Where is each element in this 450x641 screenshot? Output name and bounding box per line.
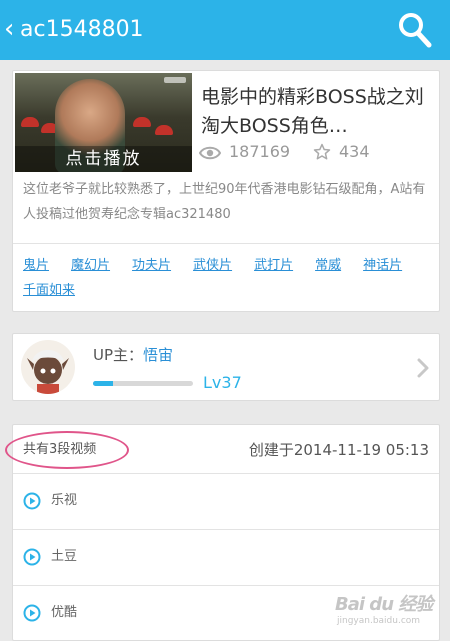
tag-link[interactable]: 神话片 [363,253,402,278]
source-label: 乐视 [51,493,78,508]
created-date: 创建于2014-11-19 05:13 [248,441,429,459]
uploader-name[interactable]: 悟宙 [143,346,173,364]
view-count-value: 187169 [229,142,291,161]
chevron-right-icon[interactable] [417,358,429,382]
divider [13,243,439,244]
source-item-tudou[interactable]: 土豆 [13,529,439,585]
parts-header: 共有3段视频 创建于2014-11-19 05:13 [5,425,439,473]
video-thumbnail[interactable]: 点击播放 [15,73,192,172]
thumbnail-detail [133,117,151,127]
favorite-count-value: 434 [339,142,370,161]
video-card: 点击播放 电影中的精彩BOSS战之刘淘大BOSS角色… 187169 434 这… [12,70,440,312]
tag-link[interactable]: 武打片 [254,253,293,278]
view-count: 187169 [198,141,291,163]
play-button[interactable]: 点击播放 [15,146,192,172]
top-bar: ‹ ac1548801 [0,0,450,60]
eye-icon [198,146,222,160]
uploader-card[interactable]: UP主：悟宙 Lv37 [12,333,440,401]
favorite-count: 434 [313,141,370,163]
back-icon[interactable]: ‹ [4,14,14,44]
source-label: 优酷 [51,605,78,620]
search-icon[interactable] [398,12,432,52]
watermark-url: jingyan.baidu.com [337,616,421,626]
play-icon [23,492,41,514]
tag-link[interactable]: 鬼片 [23,253,49,278]
thumbnail-detail [21,117,39,127]
play-icon [23,548,41,570]
tag-list: 鬼片 魔幻片 功夫片 武侠片 武打片 常威 神话片千面如来 [23,253,433,303]
uploader-prefix: UP主： [93,346,144,364]
video-title: 电影中的精彩BOSS战之刘淘大BOSS角色… [201,86,424,137]
video-description: 这位老爷子就比较熟悉了，上世纪90年代香港电影钻石级配角，A站有人投稿过他贺寿纪… [23,182,426,222]
tag-link[interactable]: 武侠片 [193,253,232,278]
tag-link[interactable]: 功夫片 [132,253,171,278]
play-icon [23,604,41,626]
watermark: Bai du 经验 jingyan.baidu.com [335,590,445,634]
tag-link[interactable]: 常威 [315,253,341,278]
star-icon [313,143,331,160]
tag-link[interactable]: 千面如来 [23,278,75,303]
page-title: ac1548801 [20,17,144,42]
source-label: 土豆 [51,549,78,564]
level-progress-bar [93,381,193,386]
uploader-label: UP主：悟宙 [93,344,173,366]
avatar[interactable] [21,340,75,394]
watermark-brand: Bai du 经验 [335,594,433,615]
channel-logo [164,77,186,83]
video-count: 共有3段视频 [23,442,97,457]
source-item-letv[interactable]: 乐视 [13,473,439,529]
tag-link[interactable]: 魔幻片 [71,253,110,278]
thumbnail-detail [155,125,173,135]
level-label: Lv37 [203,373,242,392]
level-progress-fill [93,381,113,386]
